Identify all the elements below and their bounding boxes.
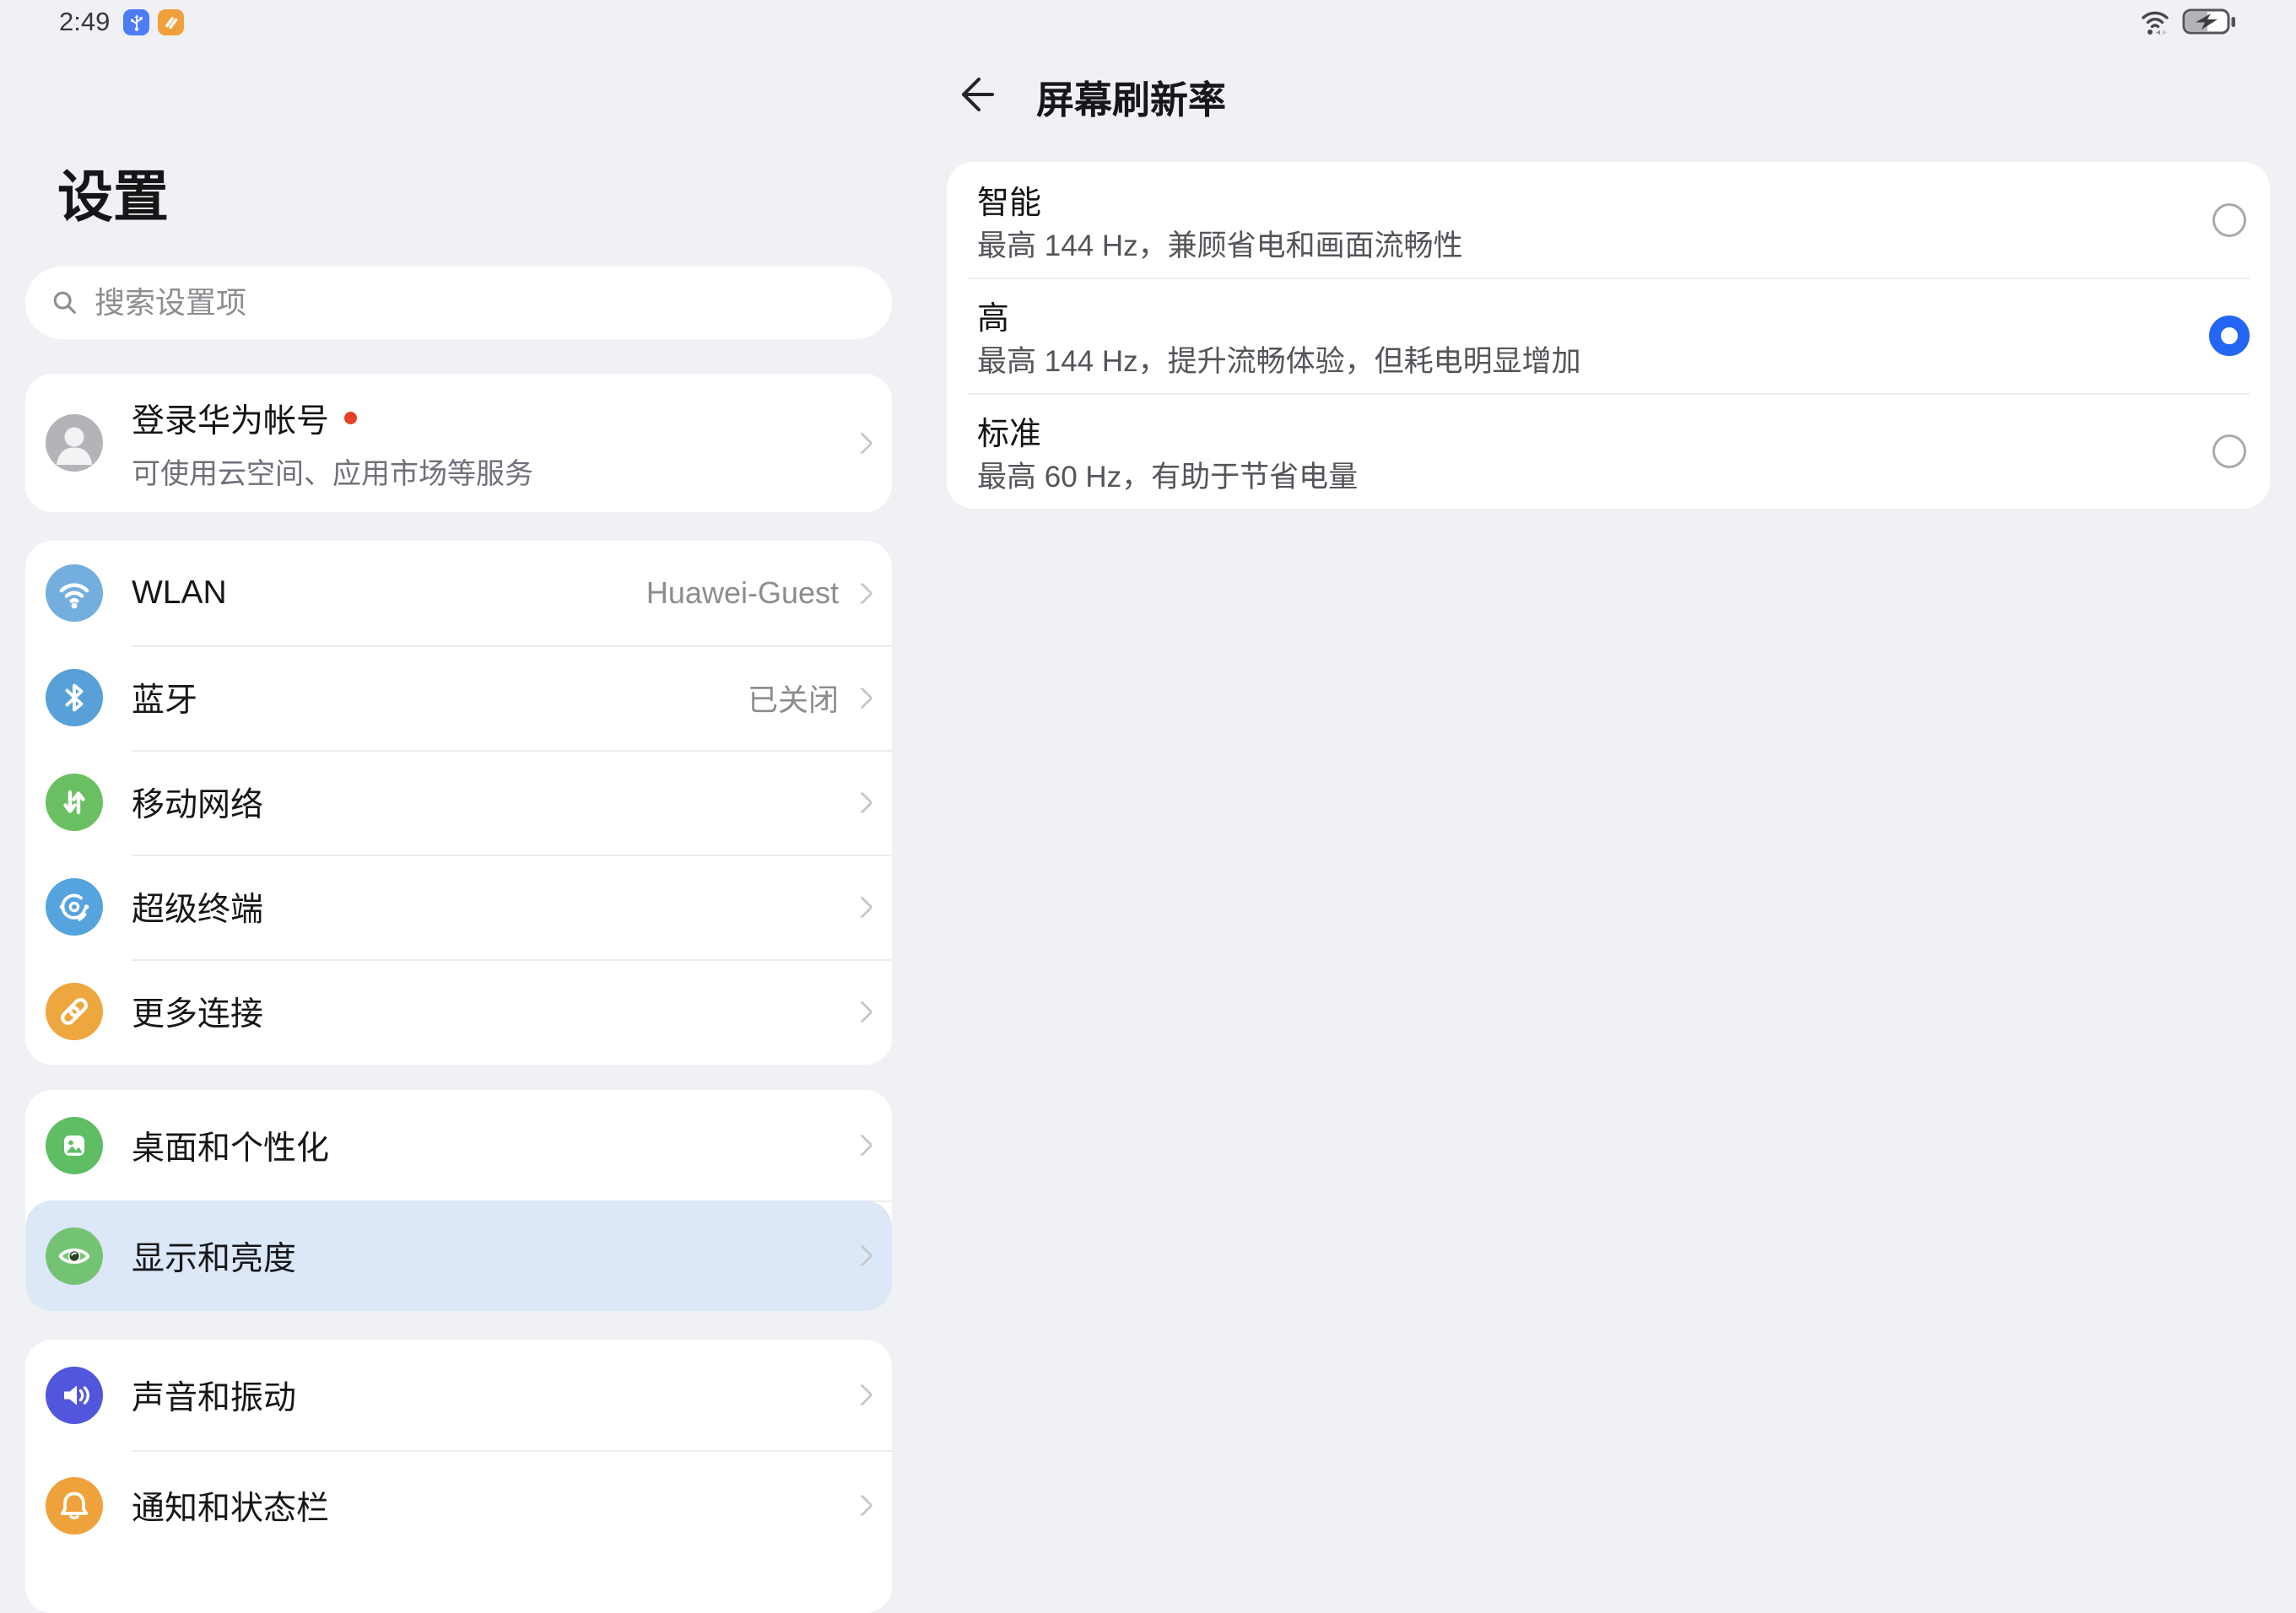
performance-mode-icon <box>158 9 184 35</box>
avatar-icon <box>46 414 103 472</box>
back-arrow-icon <box>954 71 1001 118</box>
performance-mode-glyph <box>161 13 181 33</box>
wifi-status-icon <box>2140 8 2172 37</box>
super-device-icon <box>46 878 103 936</box>
sound-notification-card: 声音和振动 通知和状态栏 <box>25 1340 892 1613</box>
home-screen-icon <box>46 1117 103 1174</box>
item-label: WLAN <box>132 575 227 612</box>
chevron-right-icon <box>851 791 873 814</box>
sidebar-item-more-connections[interactable]: 更多连接 <box>25 959 892 1064</box>
sidebar-item-bluetooth[interactable]: 蓝牙 已关闭 <box>25 645 892 750</box>
connections-card: WLAN Huawei-Guest 蓝牙 已关闭 移动网络 <box>25 541 892 1065</box>
sound-vibration-icon <box>46 1367 103 1424</box>
search-input[interactable] <box>93 284 867 321</box>
search-icon <box>51 289 79 317</box>
option-smart[interactable]: 智能 最高 144 Hz，兼顾省电和画面流畅性 <box>947 162 2270 278</box>
bluetooth-icon <box>46 669 103 726</box>
item-label: 显示和亮度 <box>132 1233 296 1280</box>
refresh-rate-options-card: 智能 最高 144 Hz，兼顾省电和画面流畅性 高 最高 144 Hz，提升流畅… <box>947 162 2270 509</box>
radio-button[interactable] <box>2212 434 2246 468</box>
item-label: 声音和振动 <box>132 1372 296 1419</box>
item-label: 超级终端 <box>132 883 263 931</box>
chevron-right-icon <box>851 432 873 455</box>
option-subtitle: 最高 60 Hz，有助于节省电量 <box>977 458 2143 497</box>
account-title: 登录华为帐号 <box>132 395 329 442</box>
chevron-right-icon <box>851 1494 873 1517</box>
option-standard[interactable]: 标准 最高 60 Hz，有助于节省电量 <box>947 393 2270 509</box>
chevron-right-icon <box>851 896 873 919</box>
item-label: 通知和状态栏 <box>132 1482 329 1529</box>
more-connections-icon <box>46 983 103 1040</box>
option-title: 智能 <box>977 183 2143 224</box>
display-brightness-icon <box>46 1227 103 1285</box>
notification-icon <box>46 1477 103 1535</box>
sidebar-item-display-brightness[interactable]: 显示和亮度 <box>25 1200 892 1311</box>
sidebar-item-super-device[interactable]: 超级终端 <box>25 855 892 959</box>
option-high[interactable]: 高 最高 144 Hz，提升流畅体验，但耗电明显增加 <box>947 278 2270 393</box>
item-label: 蓝牙 <box>132 674 197 721</box>
status-time: 2:49 <box>59 7 110 37</box>
option-subtitle: 最高 144 Hz，提升流畅体验，但耗电明显增加 <box>977 343 2143 381</box>
radio-button[interactable] <box>2212 203 2246 237</box>
chevron-right-icon <box>851 1134 873 1157</box>
item-label: 更多连接 <box>132 988 263 1035</box>
chevron-right-icon <box>851 1001 873 1023</box>
account-card: 登录华为帐号 可使用云空间、应用市场等服务 <box>25 374 892 512</box>
option-subtitle: 最高 144 Hz，兼顾省电和画面流畅性 <box>977 227 2143 266</box>
detail-page-title: 屏幕刷新率 <box>1036 69 1226 124</box>
option-title: 标准 <box>977 414 2143 455</box>
item-label: 桌面和个性化 <box>132 1122 329 1169</box>
usb-glyph <box>127 13 147 33</box>
usb-icon <box>123 9 149 35</box>
wifi-icon <box>46 564 103 622</box>
account-row[interactable]: 登录华为帐号 可使用云空间、应用市场等服务 <box>25 374 892 512</box>
back-button[interactable] <box>954 71 1001 118</box>
sidebar-item-sound-vibration[interactable]: 声音和振动 <box>25 1340 892 1450</box>
sidebar-item-mobile-network[interactable]: 移动网络 <box>25 750 892 855</box>
status-icons <box>2140 8 2236 37</box>
page-title: 设置 <box>57 152 169 233</box>
chevron-right-icon <box>851 687 873 709</box>
sidebar-item-wlan[interactable]: WLAN Huawei-Guest <box>25 541 892 645</box>
radio-button[interactable] <box>2209 316 2250 356</box>
sidebar-item-home-screen[interactable]: 桌面和个性化 <box>25 1090 892 1200</box>
chevron-right-icon <box>851 582 873 605</box>
battery-charging-icon <box>2182 8 2236 35</box>
chevron-right-icon <box>851 1384 873 1406</box>
search-bar[interactable] <box>25 267 892 339</box>
mobile-network-icon <box>46 774 103 831</box>
notification-dot <box>344 412 357 424</box>
option-title: 高 <box>977 299 2143 339</box>
personalization-card: 桌面和个性化 显示和亮度 <box>25 1090 892 1311</box>
sidebar-item-notification[interactable]: 通知和状态栏 <box>25 1450 892 1561</box>
item-value: 已关闭 <box>748 676 839 720</box>
chevron-right-icon <box>851 1244 873 1267</box>
item-label: 移动网络 <box>132 779 263 826</box>
item-value: Huawei-Guest <box>646 575 839 611</box>
account-subtitle: 可使用云空间、应用市场等服务 <box>132 450 533 492</box>
